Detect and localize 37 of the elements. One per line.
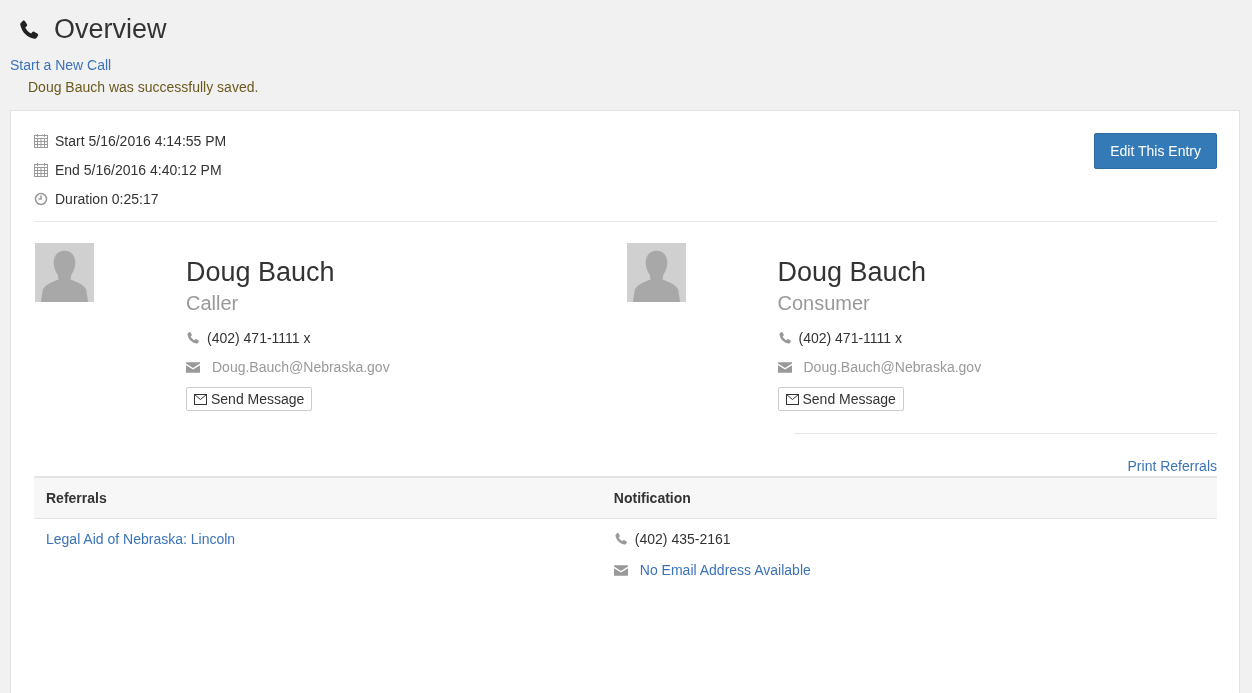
column-header: Referrals	[34, 477, 602, 519]
referral-link[interactable]: Legal Aid of Nebraska: Lincoln	[46, 531, 236, 547]
phone-number: (402) 471-1111 x	[207, 330, 311, 346]
send-message-button[interactable]: Send Message	[777, 387, 904, 411]
success-message: Doug Bauch was successfully saved.	[28, 79, 260, 95]
avatar-icon	[35, 243, 94, 302]
envelope-icon	[777, 361, 792, 373]
email-address: Doug.Bauch@Nebraska.gov	[803, 359, 982, 375]
clock-icon	[34, 192, 48, 206]
phone-number: (402) 471-1111 x	[798, 330, 902, 346]
calendar-icon	[34, 163, 48, 177]
phone-icon	[186, 331, 200, 345]
envelope-icon	[785, 393, 799, 405]
person-role: Caller	[186, 292, 240, 315]
page-title: Overview	[54, 14, 167, 45]
person-name: Doug Bauch	[777, 257, 928, 288]
time-text: Start 5/16/2016 4:14:55 PM	[55, 133, 227, 149]
phone-icon	[777, 331, 792, 345]
email-link[interactable]: No Email Address Available	[639, 562, 811, 578]
envelope-icon	[613, 564, 628, 576]
envelope-icon	[194, 393, 207, 405]
phone-icon	[18, 18, 40, 41]
person-role: Consumer	[777, 292, 871, 315]
time-text: End 5/16/2016 4:40:12 PM	[55, 162, 222, 178]
avatar-icon	[626, 243, 686, 302]
phone-icon	[613, 532, 628, 546]
send-message-button[interactable]: Send Message	[186, 387, 313, 411]
person-name: Doug Bauch	[186, 257, 336, 288]
new-call-link[interactable]: Start a New Call	[10, 57, 112, 73]
print-referrals-link[interactable]: Print Referrals	[1127, 458, 1217, 474]
envelope-icon	[186, 361, 200, 373]
column-header: Notification	[601, 477, 1217, 519]
email-address: Doug.Bauch@Nebraska.gov	[212, 359, 390, 375]
calendar-icon	[34, 134, 48, 148]
time-text: Duration 0:25:17	[55, 191, 159, 207]
phone-number: (402) 435-2161	[634, 531, 731, 547]
edit-button[interactable]: Edit This Entry	[1094, 133, 1217, 169]
